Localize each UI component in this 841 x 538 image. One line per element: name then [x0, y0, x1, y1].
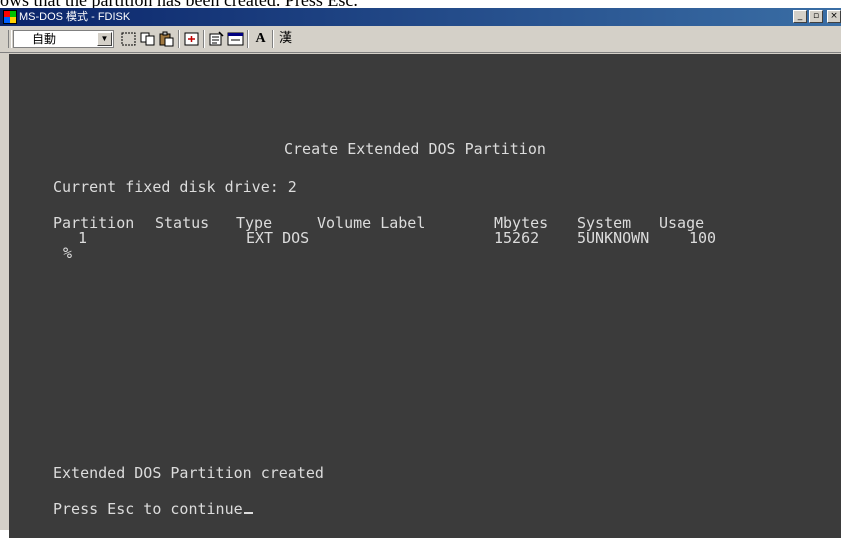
chevron-down-icon[interactable]: ▼ [97, 32, 112, 46]
msdos-app-icon [3, 10, 17, 24]
msdos-window: MS-DOS 模式 - FDISK _ ▫ × 自動 ▼ A 漢 Create … [0, 8, 841, 538]
column-header-status: Status [155, 214, 210, 232]
partition-system: 5UNKNOWN [577, 229, 650, 247]
partition-number: 1 [78, 229, 88, 247]
column-header-volume-label: Volume Label [317, 214, 426, 232]
toolbar-grip[interactable] [8, 30, 12, 48]
screen-heading: Create Extended DOS Partition [284, 140, 546, 158]
close-button[interactable]: × [827, 10, 841, 23]
window-title: MS-DOS 模式 - FDISK [19, 11, 131, 23]
font-size-value: 自動 [32, 32, 57, 46]
current-drive-line: Current fixed disk drive: 2 [53, 178, 297, 196]
usage-percent-sign: % [63, 244, 73, 262]
continue-prompt: Press Esc to continue [53, 500, 253, 518]
paste-icon[interactable] [158, 31, 175, 47]
minimize-button[interactable]: _ [793, 10, 807, 23]
copy-icon[interactable] [139, 31, 156, 47]
column-header-partition: Partition [53, 214, 135, 232]
continue-prompt-text: Press Esc to continue [53, 500, 243, 518]
font-size-select[interactable]: 自動 ▼ [13, 30, 114, 48]
toolbar: 自動 ▼ A 漢 [0, 26, 841, 53]
mark-icon[interactable] [120, 31, 137, 47]
toolbar-separator [178, 30, 180, 48]
restore-button[interactable]: ▫ [809, 10, 823, 23]
fullscreen-icon[interactable] [183, 31, 200, 47]
toolbar-separator [272, 30, 274, 48]
status-message: Extended DOS Partition created [53, 464, 324, 482]
text-cursor [243, 512, 253, 514]
title-bar[interactable]: MS-DOS 模式 - FDISK _ ▫ × [0, 8, 841, 26]
properties-icon[interactable] [208, 31, 225, 47]
toolbar-separator [247, 30, 249, 48]
background-icon[interactable] [227, 31, 244, 47]
toolbar-separator [203, 30, 205, 48]
dos-screen[interactable]: Create Extended DOS Partition Current fi… [9, 54, 841, 538]
partition-type: EXT DOS [246, 229, 310, 247]
partition-mbytes: 15262 [494, 229, 540, 247]
font-icon[interactable]: A [252, 31, 269, 47]
partition-usage: 100 [689, 229, 717, 247]
kanji-icon[interactable]: 漢 [277, 31, 294, 47]
